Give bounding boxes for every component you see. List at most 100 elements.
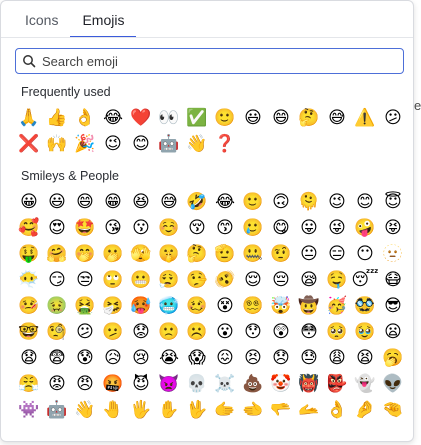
emoji-button[interactable]: 😅 xyxy=(323,105,351,131)
emoji-button[interactable]: 😉 xyxy=(323,189,351,215)
emoji-button[interactable]: 😏 xyxy=(43,267,71,293)
emoji-button[interactable]: 🥳 xyxy=(323,293,351,319)
emoji-button[interactable]: 😁 xyxy=(99,189,127,215)
emoji-button[interactable]: 😠 xyxy=(71,371,99,397)
emoji-button[interactable]: 😃 xyxy=(43,189,71,215)
emoji-button[interactable]: 🤡 xyxy=(267,371,295,397)
emoji-button[interactable]: 😧 xyxy=(15,345,43,371)
emoji-button[interactable]: 🎉 xyxy=(71,131,99,157)
search-input[interactable] xyxy=(42,53,382,69)
emoji-button[interactable]: 🥹 xyxy=(351,319,379,345)
emoji-button[interactable]: 🖖 xyxy=(183,397,211,423)
emoji-button[interactable]: 🤭 xyxy=(71,241,99,267)
emoji-button[interactable]: 🥴 xyxy=(183,293,211,319)
emoji-button[interactable]: 👌 xyxy=(71,105,99,131)
emoji-button[interactable]: 😘 xyxy=(99,215,127,241)
emoji-button[interactable]: 😯 xyxy=(239,319,267,345)
emoji-button[interactable]: 😀 xyxy=(15,189,43,215)
emoji-button[interactable]: 😕 xyxy=(71,319,99,345)
emoji-button[interactable]: 🙄 xyxy=(99,267,127,293)
emoji-button[interactable]: 😓 xyxy=(295,345,323,371)
emoji-button[interactable]: 😊 xyxy=(351,189,379,215)
emoji-button[interactable]: 🤏 xyxy=(379,397,407,423)
emoji-button[interactable]: 🥱 xyxy=(379,345,407,371)
emoji-button[interactable]: 😤 xyxy=(15,371,43,397)
emoji-button[interactable]: 😪 xyxy=(295,267,323,293)
emoji-button[interactable]: 😛 xyxy=(295,215,323,241)
emoji-button[interactable]: 🤫 xyxy=(155,241,183,267)
emoji-button[interactable]: 🙌 xyxy=(43,131,71,157)
emoji-button[interactable]: 👿 xyxy=(155,371,183,397)
emoji-button[interactable]: 🫥 xyxy=(379,241,407,267)
emoji-button[interactable]: 🫠 xyxy=(295,189,323,215)
emoji-button[interactable]: ✋ xyxy=(155,397,183,423)
emoji-button[interactable]: 😂 xyxy=(211,189,239,215)
search-box[interactable] xyxy=(15,48,404,74)
emoji-button[interactable]: 😃 xyxy=(239,105,267,131)
emoji-button[interactable]: 😂 xyxy=(99,105,127,131)
emoji-button[interactable]: 😶‍🌫️ xyxy=(15,267,43,293)
emoji-button[interactable]: 😝 xyxy=(379,215,407,241)
emoji-button[interactable]: 🤣 xyxy=(183,189,211,215)
emoji-button[interactable]: 😵 xyxy=(211,293,239,319)
emoji-button[interactable]: 🤔 xyxy=(183,241,211,267)
tab-emojis[interactable]: Emojis xyxy=(70,12,137,38)
emoji-button[interactable]: 😚 xyxy=(183,215,211,241)
emoji-button[interactable]: 😵‍💫 xyxy=(239,293,267,319)
emoji-button[interactable]: 😲 xyxy=(267,319,295,345)
emoji-button[interactable]: 😔 xyxy=(267,267,295,293)
emoji-button[interactable]: ☠️ xyxy=(211,371,239,397)
emoji-button[interactable]: 🫡 xyxy=(211,241,239,267)
emoji-button[interactable]: 🤐 xyxy=(239,241,267,267)
emoji-button[interactable]: 🤓 xyxy=(15,319,43,345)
emoji-button[interactable]: 🫲 xyxy=(239,397,267,423)
emoji-button[interactable]: ⚠️ xyxy=(351,105,379,131)
emoji-button[interactable]: 😐 xyxy=(295,241,323,267)
emoji-button[interactable]: 🤠 xyxy=(295,293,323,319)
emoji-button[interactable]: 🫱 xyxy=(211,397,239,423)
emoji-button[interactable]: 😰 xyxy=(71,345,99,371)
emoji-button[interactable]: 👹 xyxy=(295,371,323,397)
emoji-button[interactable]: 🥶 xyxy=(155,293,183,319)
emoji-button[interactable]: 🙃 xyxy=(267,189,295,215)
emoji-button[interactable]: 🥸 xyxy=(351,293,379,319)
emoji-button[interactable]: 😱 xyxy=(183,345,211,371)
emoji-button[interactable]: 👺 xyxy=(323,371,351,397)
emoji-button[interactable]: 😍 xyxy=(43,215,71,241)
emoji-button[interactable]: 😞 xyxy=(267,345,295,371)
emoji-button[interactable]: 😦 xyxy=(379,319,407,345)
emoji-button[interactable]: 😄 xyxy=(71,189,99,215)
emoji-button[interactable]: 💀 xyxy=(183,371,211,397)
emoji-button[interactable]: 👾 xyxy=(15,397,43,423)
emoji-button[interactable]: 🤑 xyxy=(15,241,43,267)
emoji-button[interactable]: 🤨 xyxy=(267,241,295,267)
emoji-button[interactable]: 😈 xyxy=(127,371,155,397)
emoji-button[interactable]: 😉 xyxy=(99,131,127,157)
emoji-button[interactable]: 😡 xyxy=(43,371,71,397)
emoji-button[interactable]: ❓ xyxy=(211,131,239,157)
emoji-button[interactable]: 🤥 xyxy=(183,267,211,293)
emoji-button[interactable]: 🙁 xyxy=(155,319,183,345)
emoji-button[interactable]: 😅 xyxy=(155,189,183,215)
emoji-button[interactable]: 🧐 xyxy=(43,319,71,345)
emoji-button[interactable]: 😗 xyxy=(127,215,155,241)
emoji-button[interactable]: 😊 xyxy=(127,131,155,157)
emoji-button[interactable]: 🫤 xyxy=(99,319,127,345)
emoji-button[interactable]: ☺️ xyxy=(155,215,183,241)
emoji-button[interactable]: ❤️ xyxy=(127,105,155,131)
emoji-button[interactable]: 🤒 xyxy=(15,293,43,319)
emoji-button[interactable]: 🤬 xyxy=(99,371,127,397)
emoji-button[interactable]: 😥 xyxy=(99,345,127,371)
emoji-button[interactable]: 🙂 xyxy=(211,105,239,131)
emoji-button[interactable]: 🫳 xyxy=(267,397,295,423)
emoji-button[interactable]: 🙏 xyxy=(15,105,43,131)
emoji-button[interactable]: 😮 xyxy=(211,319,239,345)
emoji-button[interactable]: 😖 xyxy=(211,345,239,371)
emoji-button[interactable]: 😨 xyxy=(43,345,71,371)
emoji-button[interactable]: 🤖 xyxy=(43,397,71,423)
emoji-button[interactable]: 👀 xyxy=(155,105,183,131)
emoji-button[interactable]: 👻 xyxy=(351,371,379,397)
emoji-button[interactable]: 🥰 xyxy=(15,215,43,241)
emoji-button[interactable]: ✅ xyxy=(183,105,211,131)
emoji-button[interactable]: 🤯 xyxy=(267,293,295,319)
